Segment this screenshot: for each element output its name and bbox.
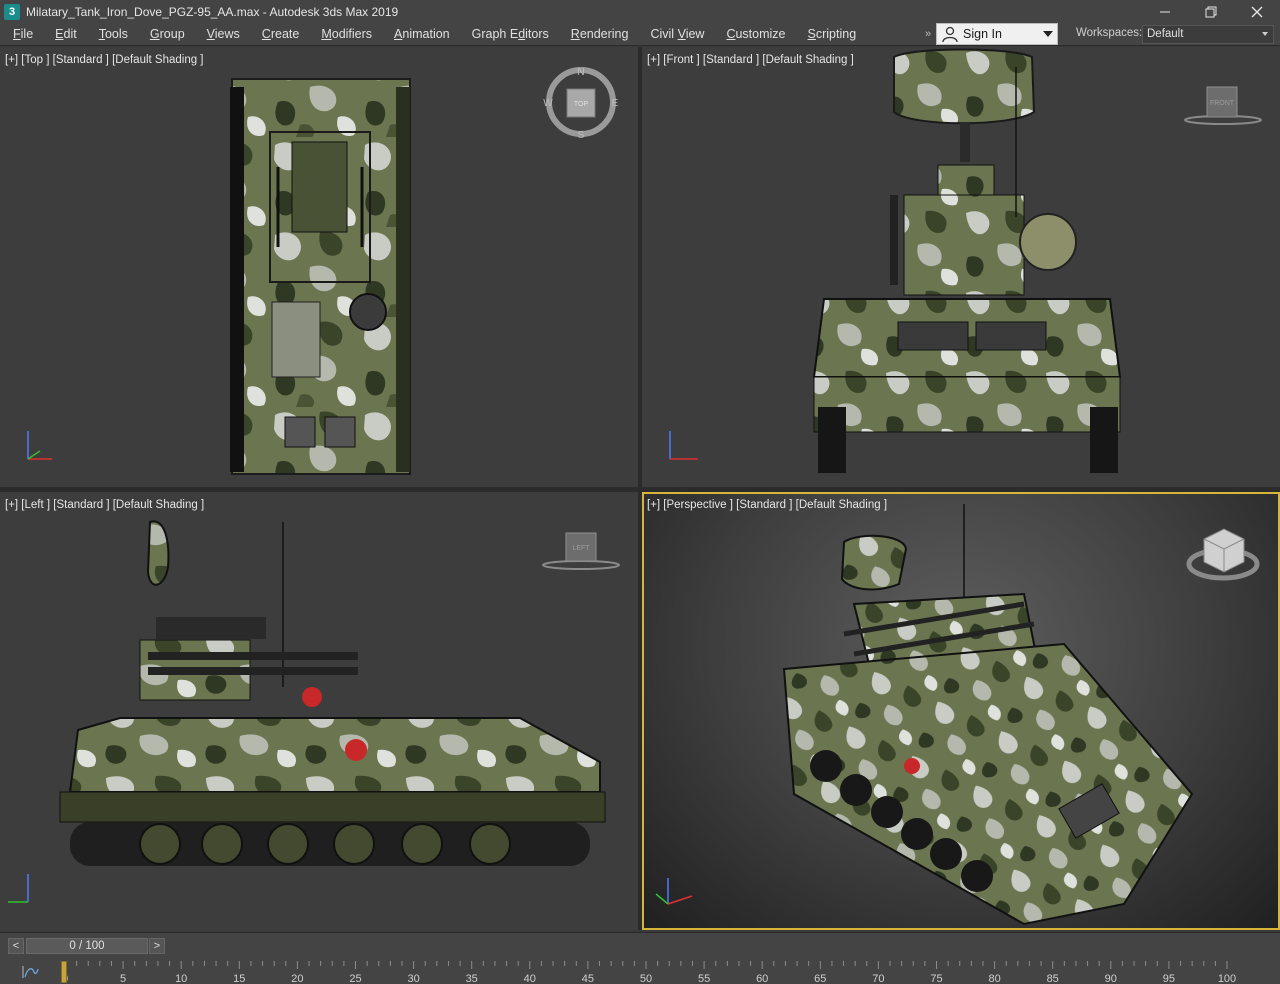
menu-label-pre: Civil <box>650 26 678 41</box>
menu-label-accel: M <box>321 26 332 41</box>
menu-item-modifiers[interactable]: Modifiers <box>310 23 383 46</box>
menu-item-group[interactable]: Group <box>139 23 196 46</box>
minimize-icon[interactable] <box>1142 0 1188 23</box>
menu-item-scripting[interactable]: Scripting <box>797 23 868 46</box>
menu-label-accel: V <box>677 26 686 41</box>
timeline-tick-label: 35 <box>466 973 478 984</box>
menu-item-views[interactable]: Views <box>196 23 251 46</box>
sign-in-button[interactable]: Sign In <box>936 23 1058 45</box>
menu-label-post: ustomize <box>735 26 786 41</box>
timeline-tick-label: 85 <box>1047 973 1059 984</box>
menu-item-graph-editors[interactable]: Graph Editors <box>461 23 560 46</box>
axis-gizmo-icon <box>8 874 29 903</box>
timeline-tick-label: 15 <box>233 973 245 984</box>
time-frame-marker[interactable] <box>61 961 67 983</box>
timeline-tick-label: 80 <box>988 973 1000 984</box>
menu-item-customize[interactable]: Customize <box>715 23 796 46</box>
menu-overflow-button[interactable]: » <box>920 23 936 46</box>
menu-label-accel: V <box>206 26 215 41</box>
menu-label-accel: R <box>570 26 580 41</box>
sign-in-label: Sign In <box>963 27 1002 41</box>
axis-gizmo-icon <box>27 431 52 460</box>
menu-item-civil-view[interactable]: Civil View <box>639 23 715 46</box>
app-logo-icon: 3 <box>4 3 20 20</box>
viewport-front[interactable]: FRONT [+] [Front ] [Standard ] [Default … <box>642 47 1280 487</box>
menu-label-post: ools <box>104 26 128 41</box>
viewport-splitter-horizontal[interactable] <box>0 487 1280 492</box>
close-icon[interactable] <box>1234 0 1280 23</box>
menu-items: File Edit Tools Group Views Create Modifiers An… <box>0 23 867 46</box>
menu-label-accel: S <box>807 26 816 41</box>
viewport-perspective[interactable]: [+] [Perspective ] [Standard ] [Default … <box>642 492 1280 930</box>
timeline-tick-label: 30 <box>407 973 419 984</box>
timeline-tick-label: 45 <box>582 973 594 984</box>
time-prev-button[interactable]: < <box>8 938 24 954</box>
workspace-dropdown[interactable]: Default <box>1142 25 1274 44</box>
menu-item-rendering[interactable]: Rendering <box>560 23 640 46</box>
timeline-tick-label: 5 <box>120 973 126 984</box>
menu-item-animation[interactable]: Animation <box>383 23 461 46</box>
menu-label-accel: F <box>13 26 21 41</box>
menu-label-post: itors <box>525 26 549 41</box>
timeline-tick-label: 65 <box>814 973 826 984</box>
timeline-tick-label: 95 <box>1163 973 1175 984</box>
menu-label-accel: G <box>149 26 160 41</box>
axis-gizmo-icon <box>669 431 698 460</box>
timeline-tick-label: 90 <box>1105 973 1117 984</box>
viewport-left[interactable]: LEFT [+] [Left ] [Standard ] [Default Sh… <box>0 492 638 930</box>
timeline-tick-label: 25 <box>349 973 361 984</box>
timeline-tick-label: 50 <box>640 973 652 984</box>
timeline-tick-label: 20 <box>291 973 303 984</box>
timeline-tick-label: 60 <box>756 973 768 984</box>
timeline-track[interactable]: 0510152025303540455055606570758085909510… <box>62 959 1278 984</box>
timeline-tick-label: 70 <box>872 973 884 984</box>
curve-editor-icon[interactable] <box>20 963 40 981</box>
timeline-tick-label: 10 <box>175 973 187 984</box>
menu-label-post: reate <box>270 26 300 41</box>
menu-label-post: roup <box>159 26 185 41</box>
menu-item-create[interactable]: Create <box>251 23 311 46</box>
timeline-bar: < 0 / 100 > 0510152025303540455055606570… <box>0 932 1280 984</box>
time-next-button[interactable]: > <box>149 938 165 954</box>
menu-label-post: cripting <box>815 26 857 41</box>
menu-label-post: nimation <box>402 26 450 41</box>
menu-item-file[interactable]: File <box>2 23 44 46</box>
menu-bar: File Edit Tools Group Views Create Modifiers An… <box>0 23 1280 46</box>
user-icon <box>942 26 958 43</box>
timeline-tick-label: 100 <box>1218 973 1236 984</box>
chevron-down-icon <box>1043 31 1053 37</box>
viewport-left-label[interactable]: [+] [Left ] [Standard ] [Default Shading… <box>5 499 204 511</box>
menu-label-post: iews <box>214 26 240 41</box>
menu-label-post: iew <box>685 26 705 41</box>
menu-label-post: dit <box>63 26 77 41</box>
title-bar: 3 Milatary_Tank_Iron_Dove_PGZ-95_AA.max … <box>0 0 1280 23</box>
viewport-top[interactable]: TOP N S E W [+] [Top ] [Standard ] [Defa… <box>0 47 638 487</box>
menu-label-accel: E <box>55 26 64 41</box>
viewport-front-label[interactable]: [+] [Front ] [Standard ] [Default Shadin… <box>647 54 854 66</box>
time-slider[interactable]: 0 / 100 <box>26 938 148 954</box>
timeline-tick-label: 40 <box>524 973 536 984</box>
menu-item-edit[interactable]: Edit <box>44 23 88 46</box>
window-title: Milatary_Tank_Iron_Dove_PGZ-95_AA.max - … <box>26 4 399 19</box>
timeline-tick-label: 75 <box>930 973 942 984</box>
restore-icon[interactable] <box>1188 0 1234 23</box>
menu-label-accel: C <box>261 26 271 41</box>
workspace-value: Default <box>1147 28 1184 40</box>
menu-label-post: endering <box>579 26 629 41</box>
workspaces-label: Workspaces: <box>1076 27 1143 39</box>
menu-item-tools[interactable]: Tools <box>88 23 139 46</box>
menu-label-post: odifiers <box>331 26 373 41</box>
timeline-tick-label: 55 <box>698 973 710 984</box>
window-controls <box>1142 0 1280 23</box>
viewport-top-label[interactable]: [+] [Top ] [Standard ] [Default Shading … <box>5 54 204 66</box>
axis-gizmo-icon <box>655 878 693 905</box>
chevron-down-icon <box>1262 32 1268 36</box>
menu-label-post: ile <box>20 26 34 41</box>
menu-label-pre: Graph E <box>471 26 519 41</box>
viewport-perspective-label[interactable]: [+] [Perspective ] [Standard ] [Default … <box>647 499 887 511</box>
